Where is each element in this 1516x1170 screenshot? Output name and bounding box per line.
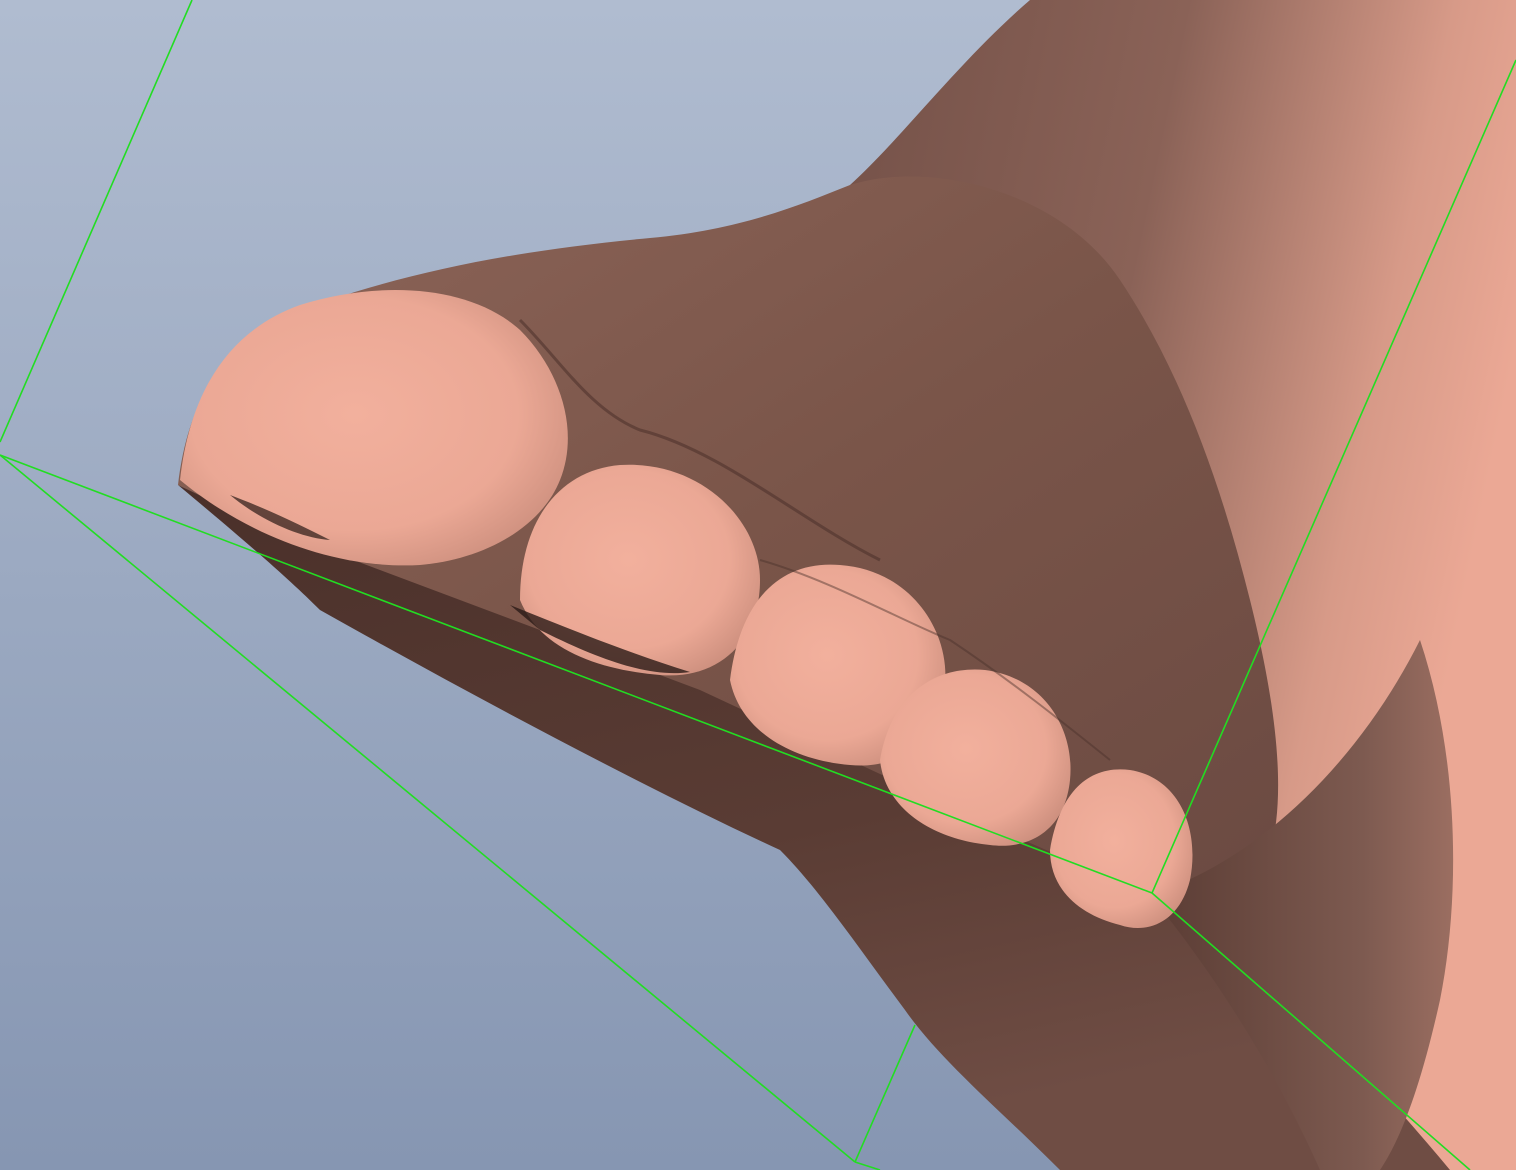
scene-canvas[interactable]	[0, 0, 1516, 1170]
3d-viewport[interactable]	[0, 0, 1516, 1170]
